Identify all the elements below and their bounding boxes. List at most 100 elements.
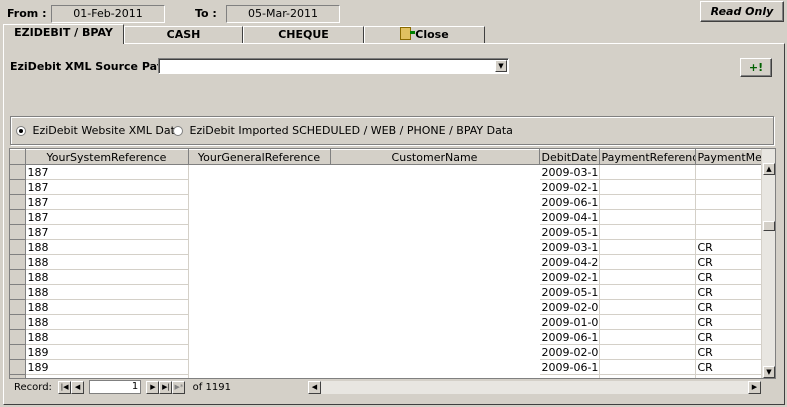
column-header[interactable]: YourSystemReference	[25, 149, 189, 165]
column-header[interactable]: PaymentReference	[599, 149, 696, 165]
column-header[interactable]: PaymentMeth	[695, 149, 763, 165]
table-cell[interactable]	[330, 224, 540, 240]
table-cell[interactable]	[330, 239, 540, 255]
row-selector[interactable]	[10, 164, 26, 180]
table-cell[interactable]: CR	[695, 359, 763, 375]
next-record-icon[interactable]: ▶	[146, 380, 160, 394]
table-cell[interactable]	[330, 254, 540, 270]
row-selector-header[interactable]	[10, 149, 26, 165]
row-selector[interactable]	[10, 344, 26, 360]
table-cell[interactable]	[599, 164, 696, 180]
row-selector[interactable]	[10, 224, 26, 240]
table-cell[interactable]: CR	[695, 314, 763, 330]
table-row[interactable]: 187 2009-02-16	[10, 179, 763, 195]
table-cell[interactable]	[330, 314, 540, 330]
table-cell[interactable]	[695, 194, 763, 210]
data-grid[interactable]: YourSystemReference YourGeneralReference…	[9, 148, 776, 379]
table-cell[interactable]: 2009-02-02	[539, 344, 600, 360]
scroll-right-icon[interactable]: ▶	[748, 381, 761, 394]
table-row[interactable]: 187 2009-05-13	[10, 224, 763, 240]
table-cell[interactable]	[330, 284, 540, 300]
read-only-button[interactable]: Read Only	[700, 1, 784, 22]
table-cell[interactable]	[188, 164, 331, 180]
tab-cash[interactable]: CASH	[124, 26, 243, 44]
table-cell[interactable]	[330, 269, 540, 285]
table-cell[interactable]	[695, 179, 763, 195]
table-row[interactable]: 187 2009-06-15	[10, 194, 763, 210]
tab-close[interactable]: Close	[364, 26, 485, 44]
table-cell[interactable]	[599, 284, 696, 300]
row-selector[interactable]	[10, 284, 26, 300]
table-cell[interactable]	[330, 209, 540, 225]
table-cell[interactable]: 2009-04-16	[539, 209, 600, 225]
to-date-field[interactable]: 05-Mar-2011	[226, 5, 340, 23]
table-cell[interactable]: 2009-02-19	[539, 269, 600, 285]
table-cell[interactable]	[330, 374, 540, 378]
table-cell[interactable]	[599, 209, 696, 225]
scroll-down-icon[interactable]: ▼	[763, 366, 775, 378]
table-cell[interactable]	[188, 374, 331, 378]
table-cell[interactable]	[330, 329, 540, 345]
previous-record-icon[interactable]: ◀	[71, 380, 85, 394]
table-row[interactable]: 188 2009-06-19 CR	[10, 329, 763, 345]
table-cell[interactable]	[188, 254, 331, 270]
table-cell[interactable]: 2009-05-19	[539, 284, 600, 300]
table-cell[interactable]: CR	[695, 329, 763, 345]
table-cell[interactable]: 187	[25, 194, 189, 210]
row-selector[interactable]	[10, 269, 26, 285]
table-row[interactable]: 188 2009-02-19 CR	[10, 269, 763, 285]
table-cell[interactable]: 2009-05-13	[539, 224, 600, 240]
table-cell[interactable]: 2009-02-02	[539, 299, 600, 315]
table-cell[interactable]	[599, 359, 696, 375]
scroll-left-icon[interactable]: ◀	[308, 381, 321, 394]
table-cell[interactable]: 187	[25, 164, 189, 180]
vertical-scrollbar[interactable]: ▲ ▼	[761, 149, 775, 378]
tab-ezidebit-bpay[interactable]: EZIDEBIT / BPAY	[3, 24, 124, 44]
chevron-down-icon[interactable]: ▼	[495, 60, 507, 72]
table-cell[interactable]	[188, 224, 331, 240]
table-cell[interactable]	[599, 344, 696, 360]
table-row[interactable]: 188 2009-01-02 CR	[10, 314, 763, 330]
horizontal-scrollbar[interactable]: ◀ ▶	[308, 381, 761, 394]
row-selector[interactable]	[10, 209, 26, 225]
table-cell[interactable]: 188	[25, 329, 189, 345]
table-cell[interactable]	[330, 344, 540, 360]
table-cell[interactable]: 189	[25, 359, 189, 375]
table-cell[interactable]: 188	[25, 314, 189, 330]
new-record-icon[interactable]: ▶*	[172, 380, 186, 394]
row-selector[interactable]	[10, 194, 26, 210]
table-cell[interactable]: 188	[25, 239, 189, 255]
table-cell[interactable]	[188, 344, 331, 360]
table-row[interactable]: 188 2009-03-19 CR	[10, 239, 763, 255]
row-selector[interactable]	[10, 179, 26, 195]
table-cell[interactable]: 2009-03-13	[539, 164, 600, 180]
row-selector[interactable]	[10, 239, 26, 255]
column-header[interactable]: CustomerName	[330, 149, 540, 165]
table-cell[interactable]: CR	[695, 344, 763, 360]
table-cell[interactable]: CR	[695, 299, 763, 315]
table-cell[interactable]	[695, 209, 763, 225]
table-cell[interactable]: 189	[25, 374, 189, 378]
table-row[interactable]: 187 2009-03-13	[10, 164, 763, 180]
current-record-field[interactable]: 1	[89, 380, 142, 394]
table-cell[interactable]	[330, 194, 540, 210]
table-cell[interactable]: 188	[25, 269, 189, 285]
table-cell[interactable]	[188, 179, 331, 195]
table-cell[interactable]	[599, 194, 696, 210]
table-cell[interactable]: 2009-01-02	[539, 314, 600, 330]
table-cell[interactable]	[599, 179, 696, 195]
table-cell[interactable]: 2009-04-20	[539, 254, 600, 270]
option-website-xml[interactable]: EziDebit Website XML Data	[16, 124, 182, 137]
table-cell[interactable]: 187	[25, 224, 189, 240]
table-cell[interactable]	[599, 299, 696, 315]
table-cell[interactable]	[188, 299, 331, 315]
table-cell[interactable]	[188, 239, 331, 255]
table-cell[interactable]	[188, 359, 331, 375]
column-header[interactable]: YourGeneralReference	[188, 149, 331, 165]
radio-website-xml[interactable]	[16, 126, 26, 136]
table-cell[interactable]	[599, 269, 696, 285]
row-selector[interactable]	[10, 314, 26, 330]
table-cell[interactable]	[188, 209, 331, 225]
row-selector[interactable]	[10, 329, 26, 345]
tab-cheque[interactable]: CHEQUE	[243, 26, 364, 44]
